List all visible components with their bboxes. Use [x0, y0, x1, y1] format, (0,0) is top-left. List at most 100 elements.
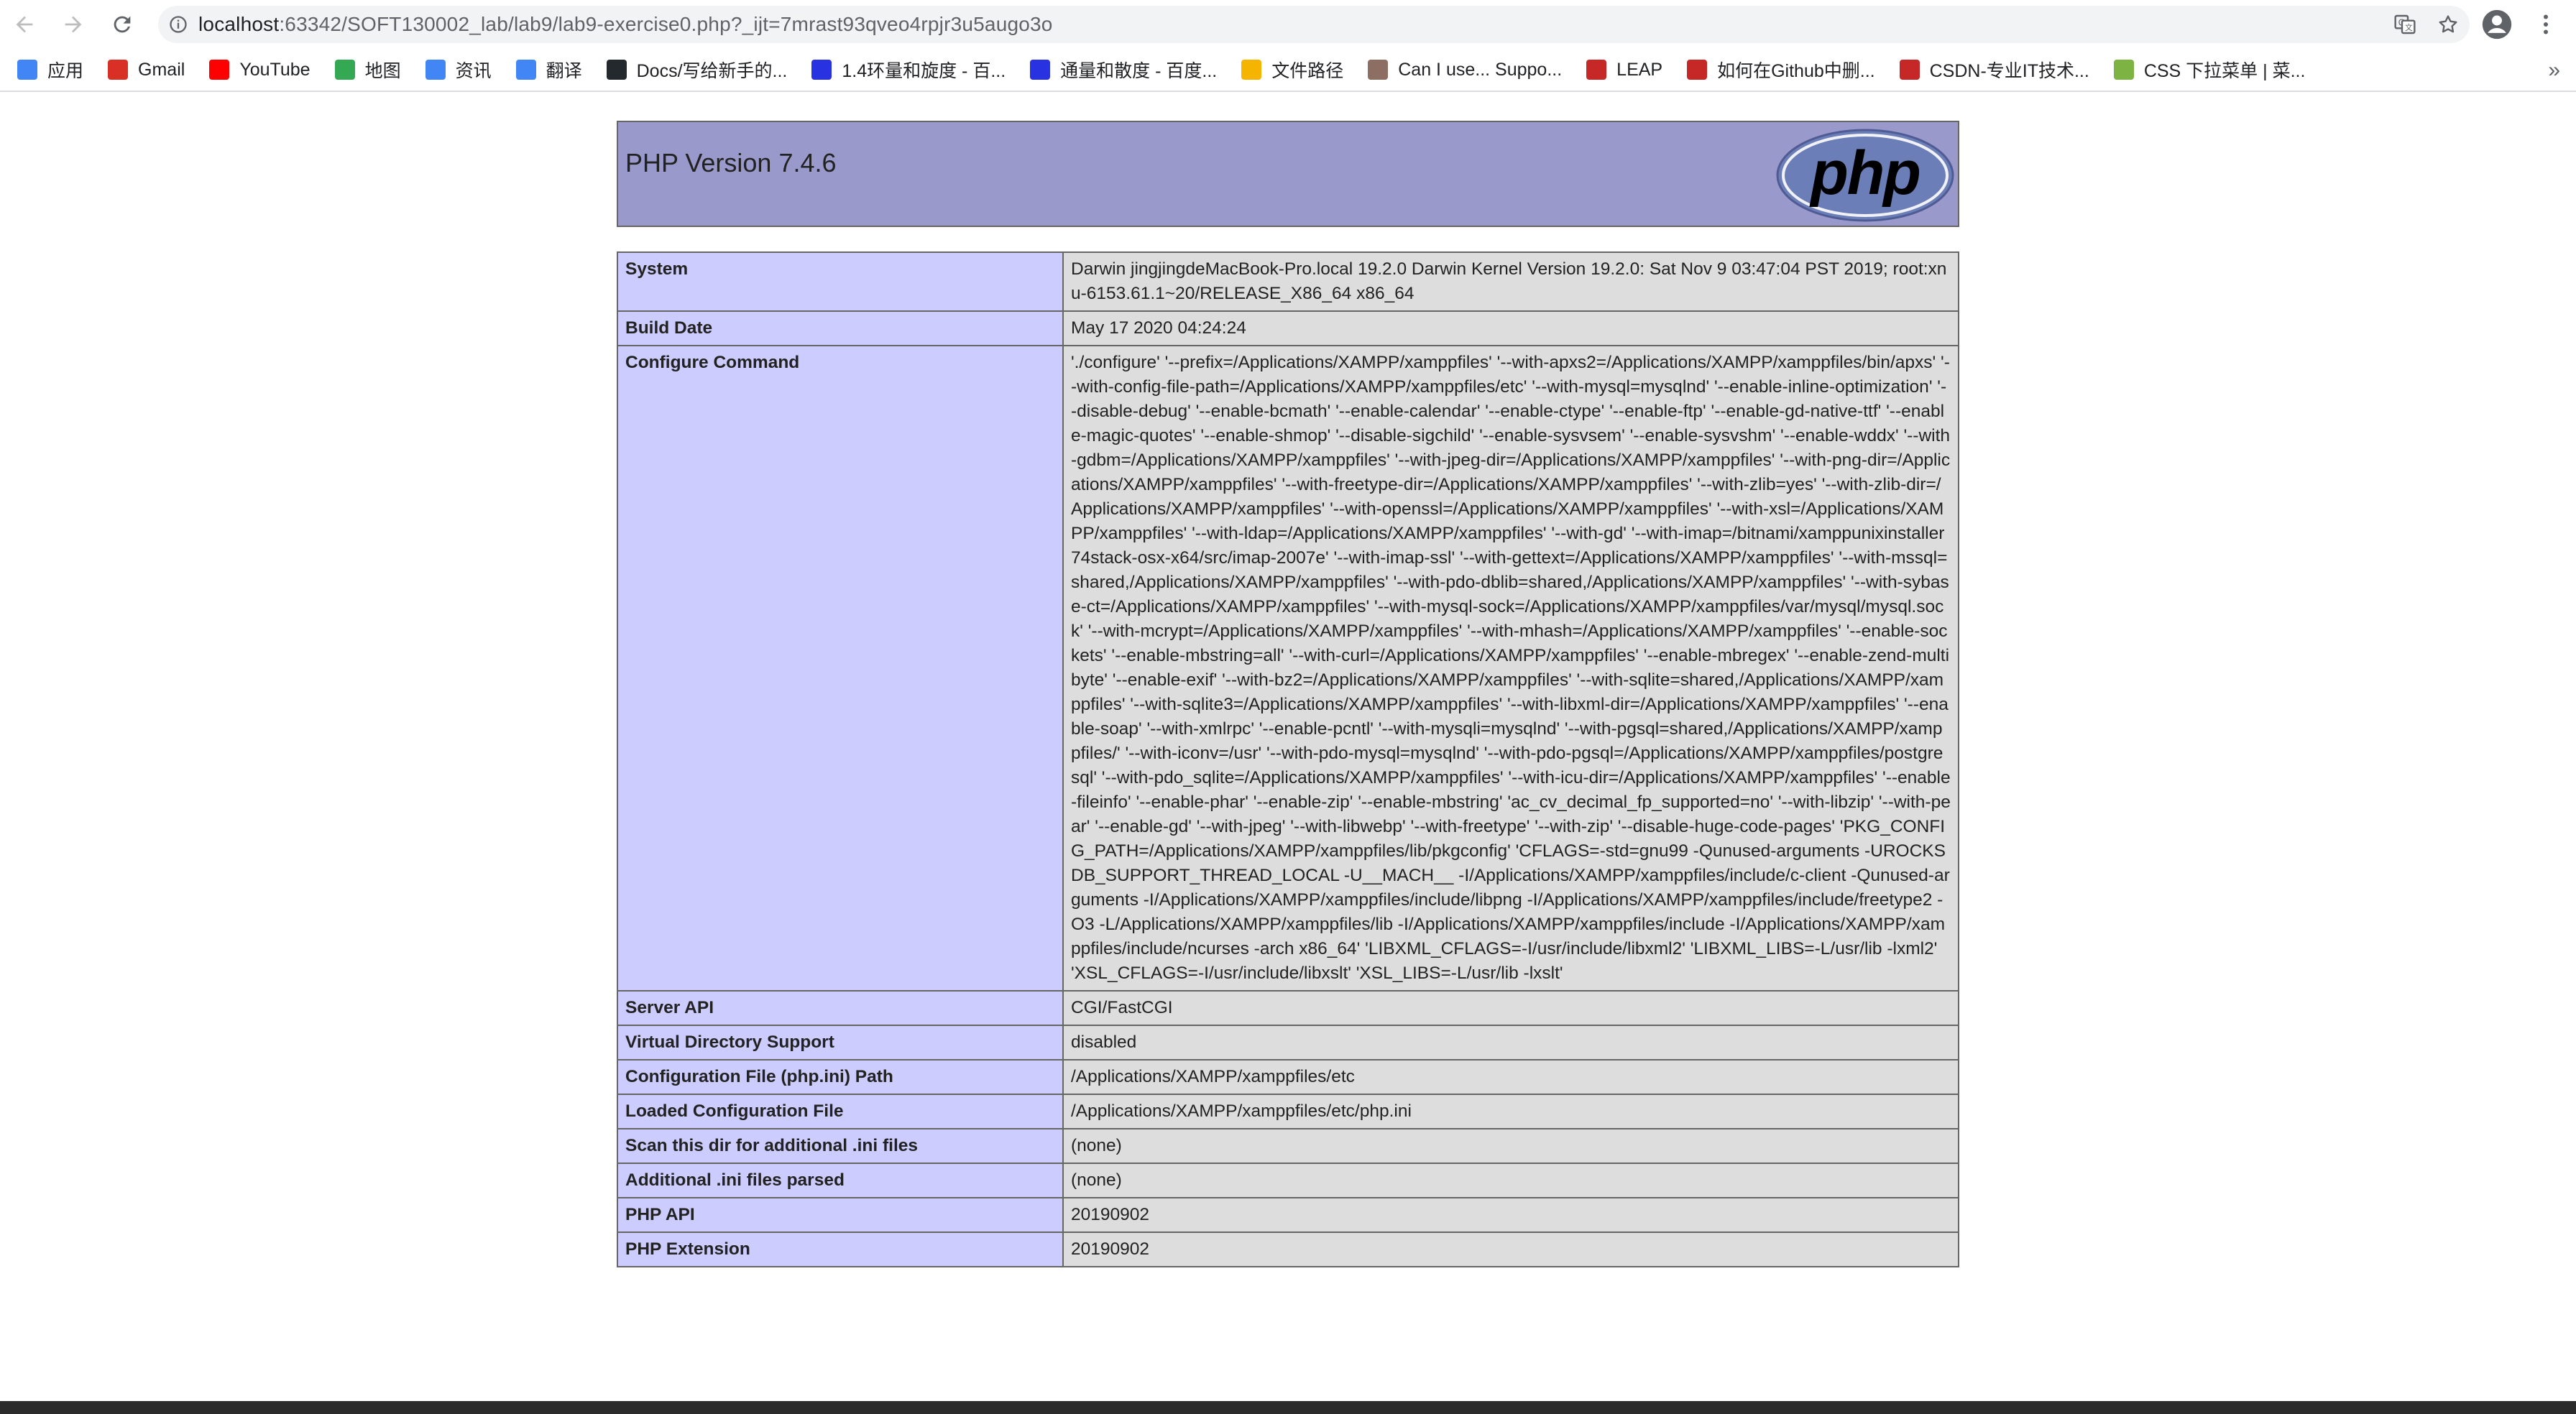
arrow-right-icon: [65, 16, 82, 33]
bookmark-label: YouTube: [239, 59, 310, 80]
github-icon: [606, 60, 627, 80]
kebab-menu-icon: [2544, 14, 2548, 34]
bookmark-item[interactable]: 翻译: [515, 48, 582, 91]
bookmark-label: 资讯: [455, 61, 492, 81]
table-row: Configuration File (php.ini) Path/Applic…: [617, 1059, 1959, 1095]
table-row: Additional .ini files parsed (none): [617, 1163, 1959, 1198]
bookmark-item[interactable]: 通量和散度 - 百度...: [1030, 48, 1217, 91]
table-row: Build Date May 17 2020 04:24:24: [617, 310, 1959, 346]
gmail-icon: [108, 60, 129, 80]
phpinfo-table: System Darwin jingjingdeMacBook-Pro.local…: [617, 251, 1959, 1267]
bookmark-item[interactable]: LEAP: [1586, 48, 1662, 91]
php-logo-text: php: [1809, 139, 1920, 208]
bookmark-label: Docs/写给新手的...: [636, 61, 788, 81]
address-bar[interactable]: localhost:63342/SOFT130002_lab/lab9/lab9…: [158, 6, 2470, 43]
translate-icon: [515, 60, 536, 80]
bookmark-label: Can I use... Suppo...: [1398, 59, 1563, 80]
apps-grid-icon: [17, 60, 37, 80]
profile-avatar-icon[interactable]: [2481, 9, 2513, 40]
csdn-icon: [1687, 60, 1708, 80]
table-row: Scan this dir for additional .ini files(…: [617, 1128, 1959, 1164]
bookmark-item[interactable]: CSS 下拉菜单 | 菜...: [2113, 48, 2306, 91]
row-value: 20190902: [1062, 1232, 1959, 1267]
runoob-icon: [2113, 60, 2134, 80]
row-value: 20190902: [1062, 1197, 1959, 1233]
table-row: PHP Extension 20190902: [617, 1232, 1959, 1267]
row-key: Loaded Configuration File: [617, 1094, 1064, 1129]
bookmark-item[interactable]: Gmail: [108, 48, 185, 91]
bookmark-item[interactable]: 1.4环量和旋度 - 百...: [811, 48, 1006, 91]
window-bottom-edge: [0, 1401, 2576, 1414]
page-icon: [1241, 60, 1262, 80]
row-key: Configure Command: [617, 345, 1064, 992]
bookmark-label: CSDN-专业IT技术...: [1929, 61, 2089, 81]
bookmark-label: CSS 下拉菜单 | 菜...: [2143, 61, 2306, 81]
bookmark-item[interactable]: 地图: [334, 48, 401, 91]
php-logo: php: [1776, 129, 1954, 222]
table-row: Loaded Configuration File/Applications/X…: [617, 1094, 1959, 1129]
youtube-icon: [209, 60, 230, 80]
row-key: Server API: [617, 990, 1064, 1026]
forward-button[interactable]: [49, 0, 98, 49]
row-value: disabled: [1062, 1025, 1959, 1060]
caniuse-icon: [1368, 60, 1389, 80]
table-row: System Darwin jingjingdeMacBook-Pro.local…: [617, 251, 1959, 312]
url-text: localhost:63342/SOFT130002_lab/lab9/lab9…: [198, 13, 1053, 36]
table-row: Virtual Directory Support disabled: [617, 1025, 1959, 1060]
svg-text:文: 文: [2405, 23, 2413, 32]
bookmark-label: 1.4环量和旋度 - 百...: [842, 61, 1006, 81]
bookmark-item[interactable]: Can I use... Suppo...: [1368, 48, 1562, 91]
bookmarks-overflow-button[interactable]: »: [2548, 49, 2560, 92]
baidu-icon: [1030, 60, 1051, 80]
row-key: Virtual Directory Support: [617, 1025, 1064, 1060]
row-key: Additional .ini files parsed: [617, 1163, 1064, 1198]
row-key: Configuration File (php.ini) Path: [617, 1059, 1064, 1095]
bookmark-label: 应用: [47, 61, 84, 81]
table-row: Configure Command './configure' '--prefix…: [617, 345, 1959, 992]
row-value: /Applications/XAMPP/xamppfiles/etc: [1062, 1059, 1959, 1095]
site-info-icon[interactable]: [158, 6, 198, 43]
back-button[interactable]: [0, 0, 49, 49]
row-value: May 17 2020 04:24:24: [1062, 310, 1959, 346]
bookmark-label: 如何在Github中删...: [1717, 61, 1875, 81]
bookmark-star-icon[interactable]: [2437, 13, 2460, 36]
row-value: Darwin jingjingdeMacBook-Pro.local 19.2.…: [1062, 251, 1959, 312]
row-key: PHP API: [617, 1197, 1064, 1233]
maps-icon: [334, 60, 355, 80]
row-value: (none): [1062, 1163, 1959, 1198]
table-row: Server API CGI/FastCGI: [617, 990, 1959, 1026]
row-key: Scan this dir for additional .ini files: [617, 1128, 1064, 1164]
bookmark-item[interactable]: YouTube: [209, 48, 310, 91]
bookmark-item[interactable]: 应用: [17, 48, 83, 91]
phpinfo-header: PHP Version 7.4.6 php: [617, 121, 1959, 227]
news-icon: [425, 60, 446, 80]
bookmark-item[interactable]: 资讯: [425, 48, 492, 91]
url-path: :63342/SOFT130002_lab/lab9/lab9-exercise…: [279, 13, 1053, 35]
bookmark-item[interactable]: 如何在Github中删...: [1687, 48, 1875, 91]
leap-icon: [1586, 60, 1607, 80]
bookmark-item[interactable]: Docs/写给新手的...: [606, 48, 788, 91]
bookmark-label: LEAP: [1616, 59, 1663, 80]
row-value: './configure' '--prefix=/Applications/XA…: [1062, 345, 1959, 992]
browser-toolbar: localhost:63342/SOFT130002_lab/lab9/lab9…: [0, 0, 2576, 49]
translate-page-icon[interactable]: G文: [2393, 13, 2416, 36]
reload-button[interactable]: [98, 0, 147, 49]
bookmark-label: 地图: [364, 61, 401, 81]
reload-icon: [114, 16, 131, 33]
bookmark-label: 翻译: [546, 61, 582, 81]
bookmark-item[interactable]: 文件路径: [1241, 48, 1343, 91]
page-title: PHP Version 7.4.6: [625, 148, 837, 177]
bookmarks-bar: 应用 Gmail YouTube 地图 资讯 翻译 Docs/写给新手的... 1.4环量和旋…: [0, 49, 2576, 92]
bookmark-label: 通量和散度 - 百度...: [1060, 61, 1218, 81]
row-key: PHP Extension: [617, 1232, 1064, 1267]
url-host: localhost: [198, 13, 280, 35]
row-value: (none): [1062, 1128, 1959, 1164]
csdn-icon: [1899, 60, 1920, 80]
bookmark-label: Gmail: [138, 59, 185, 80]
row-value: /Applications/XAMPP/xamppfiles/etc/php.i…: [1062, 1094, 1959, 1129]
browser-menu-button[interactable]: [2530, 9, 2562, 40]
page-content: PHP Version 7.4.6 php System Darwin jingj…: [0, 92, 2576, 1401]
row-key: System: [617, 251, 1064, 312]
bookmark-item[interactable]: CSDN-专业IT技术...: [1899, 48, 2089, 91]
row-key: Build Date: [617, 310, 1064, 346]
